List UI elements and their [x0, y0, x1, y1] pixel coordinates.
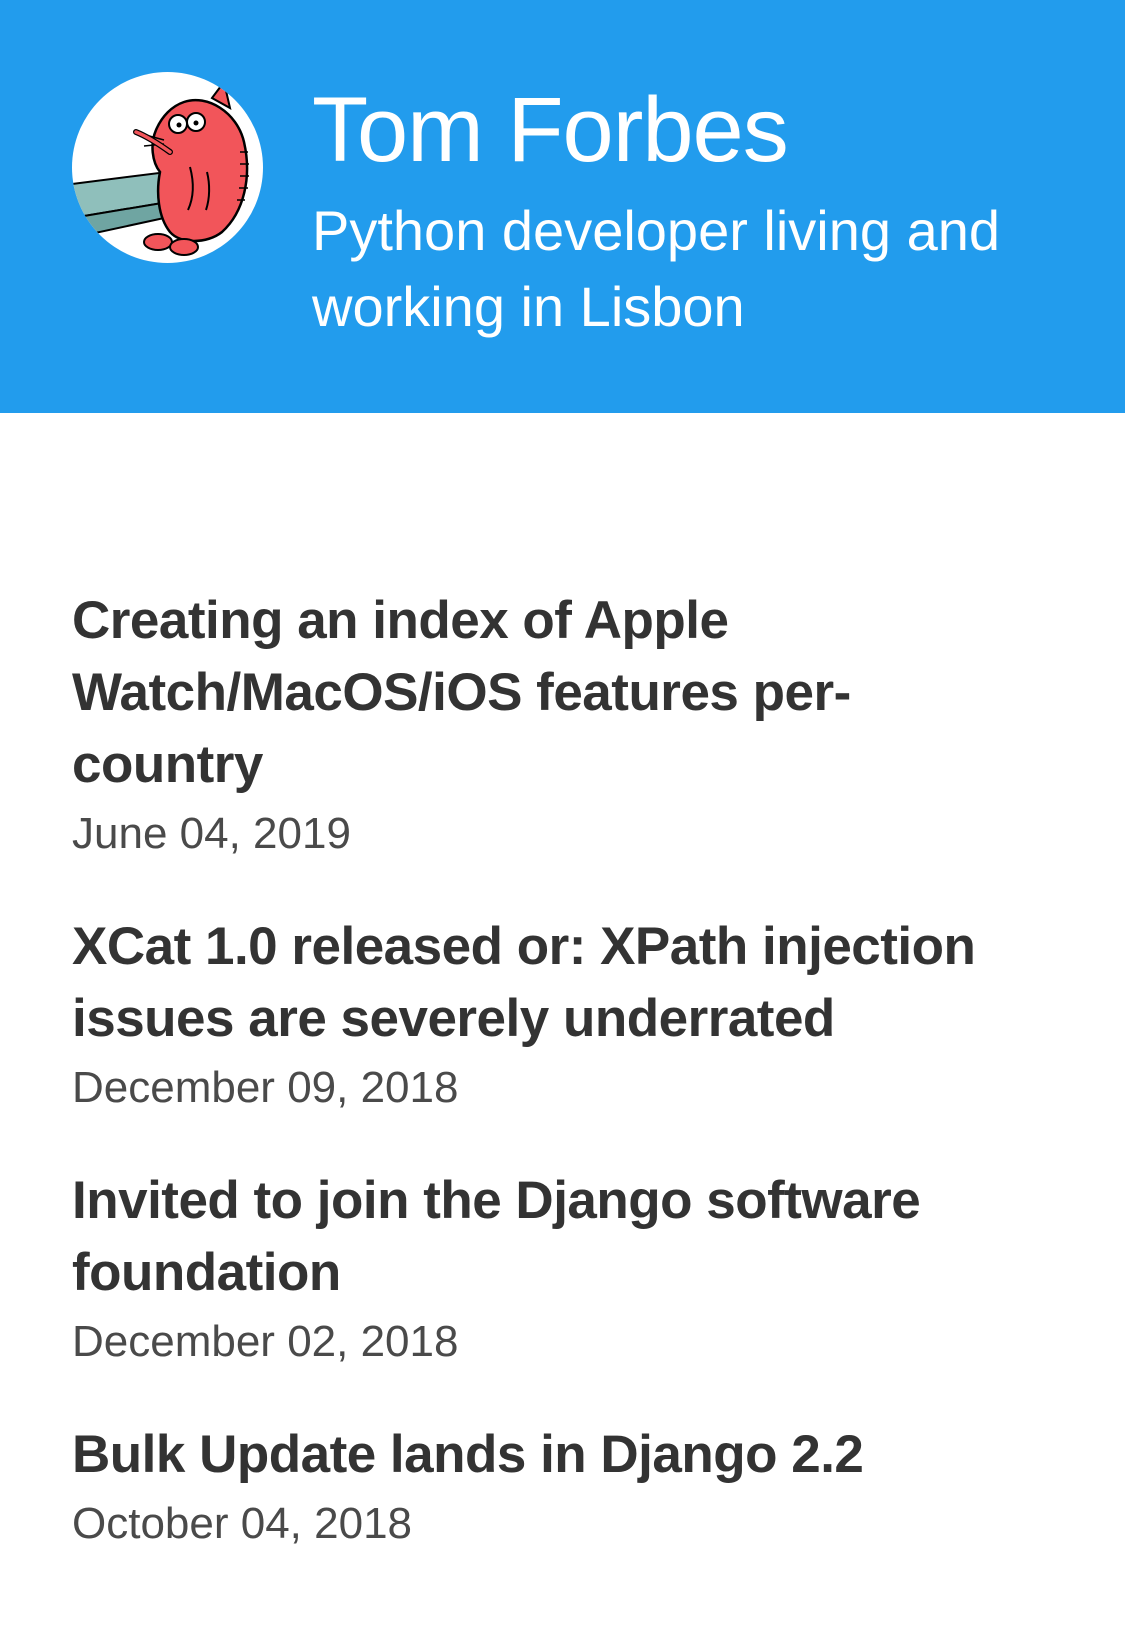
post-date: October 04, 2018	[72, 1499, 413, 1548]
site-title[interactable]: Tom Forbes	[312, 75, 789, 185]
post-title-link[interactable]: XCat 1.0 released or: XPath injection is…	[72, 911, 1032, 1055]
post-date: December 02, 2018	[72, 1317, 459, 1366]
post-date: December 09, 2018	[72, 1063, 459, 1112]
list-item: Invited to join the Django software foun…	[72, 1165, 1032, 1373]
post-title-link[interactable]: Creating an index of Apple Watch/MacOS/i…	[72, 585, 1032, 801]
site-tagline: Python developer living and working in L…	[312, 199, 1001, 338]
post-list: Creating an index of Apple Watch/MacOS/i…	[72, 585, 1032, 1601]
avatar[interactable]	[72, 72, 263, 263]
site-header: Tom Forbes Python developer living and w…	[0, 0, 1125, 413]
post-date: June 04, 2019	[72, 809, 351, 858]
cartoon-cat-avatar-icon	[72, 79, 249, 256]
post-title-link[interactable]: Bulk Update lands in Django 2.2	[72, 1419, 1032, 1491]
page: Tom Forbes Python developer living and w…	[0, 0, 1125, 1640]
list-item: Creating an index of Apple Watch/MacOS/i…	[72, 585, 1032, 865]
post-title-link[interactable]: Invited to join the Django software foun…	[72, 1165, 1032, 1309]
list-item: XCat 1.0 released or: XPath injection is…	[72, 911, 1032, 1119]
list-item: Bulk Update lands in Django 2.2 October …	[72, 1419, 1032, 1555]
